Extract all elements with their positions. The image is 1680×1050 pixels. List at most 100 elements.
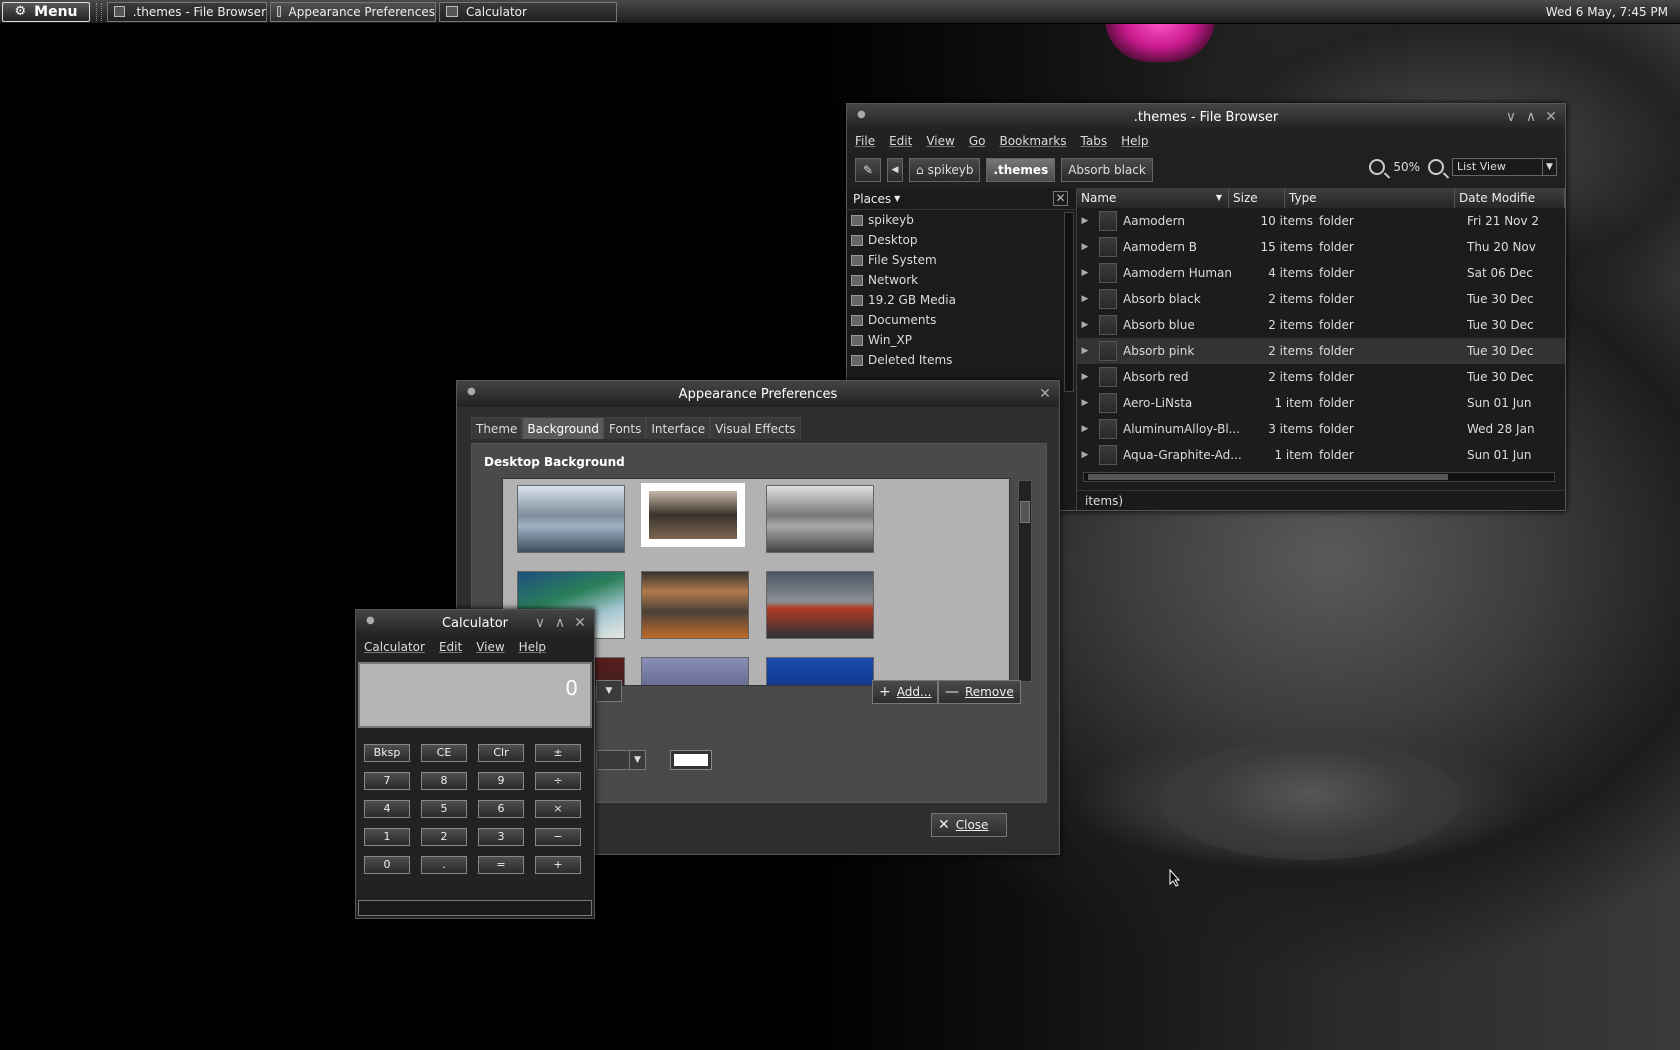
wallpaper-thumb[interactable] [766, 571, 874, 639]
calc-key[interactable]: Bksp [364, 744, 410, 762]
wallpaper-thumb-selected[interactable] [641, 483, 745, 547]
file-row[interactable]: ▶ Aamodern 10 items folder Fri 21 Nov 2 [1077, 208, 1565, 234]
path-button-home[interactable]: ⌂ spikeyb [909, 158, 981, 182]
calc-key[interactable]: ± [535, 744, 581, 762]
window-menu-icon[interactable]: ● [857, 109, 866, 120]
zoom-out-icon[interactable] [1369, 159, 1386, 175]
wallpaper-thumb[interactable] [517, 485, 625, 553]
window-menu-icon[interactable]: ● [467, 386, 476, 397]
expander-icon[interactable]: ▶ [1077, 242, 1093, 252]
zoom-in-icon[interactable] [1428, 159, 1444, 175]
file-row[interactable]: ▶ Aqua-Graphite-Ad... 1 item folder Sun 01 J… [1077, 442, 1565, 468]
scroll-thumb[interactable] [1020, 501, 1030, 523]
calc-key[interactable]: Clr [478, 744, 524, 762]
maximize-icon[interactable]: ∧ [552, 615, 568, 631]
expander-icon[interactable]: ▶ [1077, 398, 1093, 408]
path-button-current[interactable]: .themes [986, 158, 1056, 182]
edit-location-button[interactable]: ✎ [855, 158, 881, 182]
menu-go[interactable]: Go [969, 134, 986, 148]
tab-fonts[interactable]: Fonts [603, 417, 647, 439]
expander-icon[interactable]: ▶ [1077, 216, 1093, 226]
calc-key[interactable]: 9 [478, 772, 524, 790]
calc-key[interactable]: 6 [478, 800, 524, 818]
calc-key[interactable]: = [478, 856, 524, 874]
expander-icon[interactable]: ▶ [1077, 320, 1093, 330]
place-media[interactable]: 19.2 GB Media [847, 290, 1076, 310]
column-date[interactable]: Date Modifie [1455, 188, 1565, 208]
maximize-icon[interactable]: ∧ [1523, 109, 1539, 125]
view-mode-select[interactable]: List View ▼ [1452, 158, 1557, 176]
close-icon[interactable]: ✕ [572, 615, 588, 631]
file-row[interactable]: ▶ Absorb blue 2 items folder Tue 30 Dec [1077, 312, 1565, 338]
path-button-child[interactable]: Absorb black [1061, 158, 1153, 182]
close-button[interactable]: ✕ Close [931, 813, 1007, 837]
window-menu-icon[interactable]: ● [366, 615, 375, 626]
file-row[interactable]: ▶ Aamodern B 15 items folder Thu 20 Nov [1077, 234, 1565, 260]
column-size[interactable]: Size [1229, 188, 1285, 208]
menu-edit[interactable]: Edit [439, 640, 462, 654]
menu-view[interactable]: View [926, 134, 954, 148]
place-trash[interactable]: Deleted Items [847, 350, 1076, 370]
expander-icon[interactable]: ▶ [1077, 372, 1093, 382]
file-list-hscrollbar[interactable] [1083, 472, 1555, 482]
calc-key[interactable]: 8 [421, 772, 467, 790]
calc-key[interactable]: + [535, 856, 581, 874]
taskbar-file-browser[interactable]: .themes - File Browser [107, 1, 267, 22]
places-header[interactable]: Places ▼ ✕ [847, 188, 1076, 210]
expander-icon[interactable]: ▶ [1077, 294, 1093, 304]
file-browser-titlebar[interactable]: ● .themes - File Browser ∨ ∧ ✕ [847, 104, 1565, 130]
calc-key[interactable]: 3 [478, 828, 524, 846]
wallpaper-thumb[interactable] [766, 657, 874, 685]
calc-key[interactable]: 0 [364, 856, 410, 874]
expander-icon[interactable]: ▶ [1077, 450, 1093, 460]
expander-icon[interactable]: ▶ [1077, 346, 1093, 356]
close-sidebar-icon[interactable]: ✕ [1053, 191, 1068, 206]
tab-visual-effects[interactable]: Visual Effects [710, 417, 801, 439]
file-row[interactable]: ▶ Aero-LiNsta 1 item folder Sun 01 Jun [1077, 390, 1565, 416]
menu-bookmarks[interactable]: Bookmarks [999, 134, 1066, 148]
appearance-titlebar[interactable]: ● Appearance Preferences ✕ [457, 381, 1059, 407]
calc-key[interactable]: − [535, 828, 581, 846]
tab-theme[interactable]: Theme [471, 417, 523, 439]
calculator-titlebar[interactable]: ● Calculator ∨ ∧ ✕ [356, 610, 594, 636]
place-home[interactable]: spikeyb [847, 210, 1076, 230]
places-scrollbar[interactable] [1064, 212, 1074, 392]
minimize-icon[interactable]: ∨ [532, 615, 548, 631]
menu-help[interactable]: Help [519, 640, 546, 654]
calc-key[interactable]: 1 [364, 828, 410, 846]
color-swatch-button[interactable] [670, 750, 712, 770]
calc-key[interactable]: 7 [364, 772, 410, 790]
place-documents[interactable]: Documents [847, 310, 1076, 330]
menu-calculator[interactable]: Calculator [364, 640, 425, 654]
expander-icon[interactable]: ▶ [1077, 268, 1093, 278]
place-winxp[interactable]: Win_XP [847, 330, 1076, 350]
add-button[interactable]: + Add... [872, 680, 939, 704]
file-row[interactable]: ▶ Absorb pink 2 items folder Tue 30 Dec [1077, 338, 1565, 364]
wallpaper-thumb[interactable] [641, 571, 749, 639]
remove-button[interactable]: — Remove [938, 680, 1021, 704]
colors-dropdown[interactable]: ▼ [596, 750, 646, 770]
menu-file[interactable]: File [855, 134, 875, 148]
menu-tabs[interactable]: Tabs [1081, 134, 1108, 148]
column-type[interactable]: Type [1285, 188, 1455, 208]
file-row[interactable]: ▶ Absorb black 2 items folder Tue 30 Dec [1077, 286, 1565, 312]
calc-key[interactable]: . [421, 856, 467, 874]
close-icon[interactable]: ✕ [1037, 386, 1053, 402]
panel-clock[interactable]: Wed 6 May, 7:45 PM [1546, 0, 1668, 24]
wallpaper-thumb[interactable] [766, 485, 874, 553]
gallery-scrollbar[interactable] [1018, 480, 1032, 682]
tab-background[interactable]: Background [522, 417, 604, 439]
calc-key[interactable]: CE [421, 744, 467, 762]
calc-key[interactable]: 2 [421, 828, 467, 846]
place-filesystem[interactable]: File System [847, 250, 1076, 270]
taskbar-appearance[interactable]: Appearance Preferences [270, 1, 436, 22]
menu-help[interactable]: Help [1121, 134, 1148, 148]
path-back-button[interactable]: ◀ [887, 158, 903, 182]
file-row[interactable]: ▶ Absorb red 2 items folder Tue 30 Dec [1077, 364, 1565, 390]
minimize-icon[interactable]: ∨ [1503, 109, 1519, 125]
place-desktop[interactable]: Desktop [847, 230, 1076, 250]
calc-key[interactable]: × [535, 800, 581, 818]
tab-interface[interactable]: Interface [646, 417, 711, 439]
taskbar-calculator[interactable]: Calculator [439, 1, 617, 22]
expander-icon[interactable]: ▶ [1077, 424, 1093, 434]
